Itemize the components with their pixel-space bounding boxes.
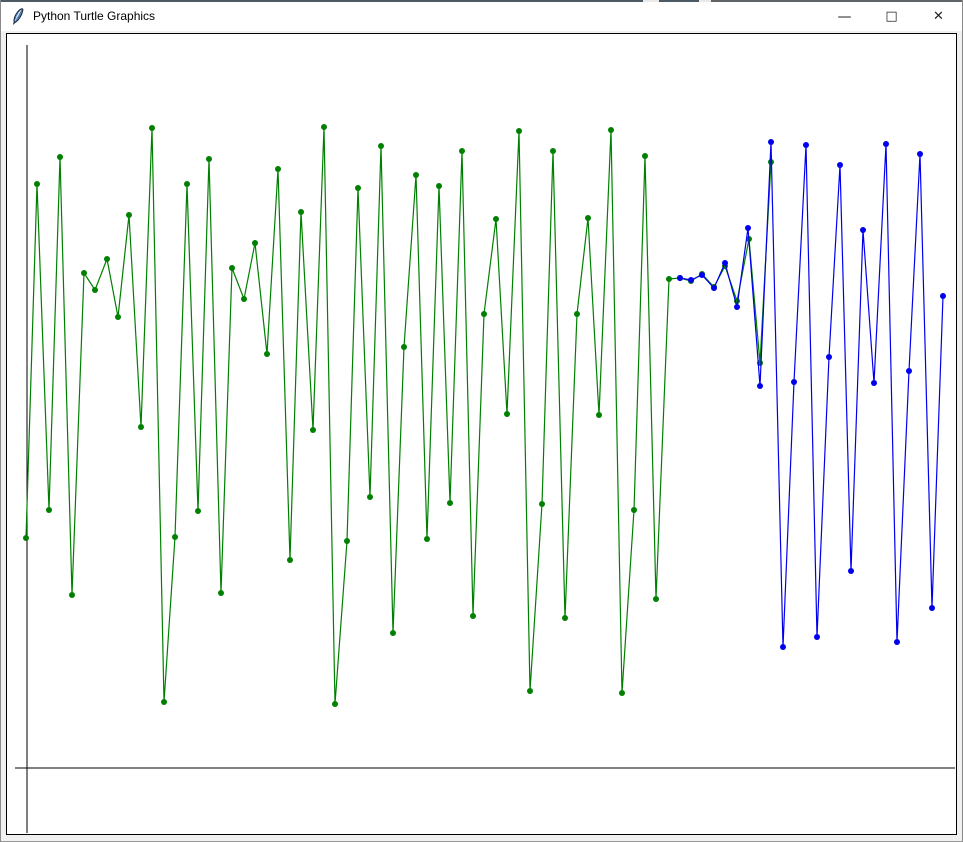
green-series-point <box>149 125 155 131</box>
maximize-button[interactable]: □ <box>868 2 915 31</box>
green-series-point <box>275 166 281 172</box>
blue-series-point <box>768 139 774 145</box>
blue-series-point <box>883 141 889 147</box>
green-series-point <box>264 351 270 357</box>
green-series-point <box>596 412 602 418</box>
blue-series-point <box>745 225 751 231</box>
green-series-point <box>481 311 487 317</box>
blue-series-point <box>837 162 843 168</box>
green-series-point <box>470 613 476 619</box>
green-series-point <box>447 500 453 506</box>
blue-series-point <box>734 304 740 310</box>
window-title: Python Turtle Graphics <box>33 2 155 31</box>
blue-series-point <box>791 379 797 385</box>
blue-series-point <box>688 277 694 283</box>
green-series-point <box>184 181 190 187</box>
green-series-point <box>81 270 87 276</box>
blue-series-point <box>860 227 866 233</box>
green-series-point <box>218 590 224 596</box>
green-series-point <box>493 216 499 222</box>
green-series-point <box>206 156 212 162</box>
maximize-icon: □ <box>885 9 897 24</box>
blue-series-point <box>848 568 854 574</box>
green-series-point <box>57 154 63 160</box>
green-series-point <box>92 287 98 293</box>
green-series-point <box>436 183 442 189</box>
blue-series-point <box>677 275 683 281</box>
green-series-point <box>527 688 533 694</box>
green-series-point <box>310 427 316 433</box>
green-series-point <box>229 265 235 271</box>
blue-series-point <box>929 605 935 611</box>
green-series-point <box>104 256 110 262</box>
green-series-point <box>413 172 419 178</box>
blue-series-point <box>871 380 877 386</box>
blue-series-point <box>894 639 900 645</box>
green-series-point <box>550 148 556 154</box>
green-series-point <box>34 181 40 187</box>
green-series-point <box>115 314 121 320</box>
green-series-point <box>401 344 407 350</box>
green-series-point <box>666 276 672 282</box>
green-series-point <box>241 296 247 302</box>
blue-series-point <box>917 151 923 157</box>
green-series-point <box>653 596 659 602</box>
green-series-point <box>619 690 625 696</box>
green-series-point <box>574 311 580 317</box>
blue-series-point <box>757 383 763 389</box>
blue-series-point <box>940 293 946 299</box>
minimize-icon: — <box>838 9 852 25</box>
green-series-point <box>562 615 568 621</box>
turtle-drawing <box>1 31 963 842</box>
green-series-point <box>355 185 361 191</box>
window-frame <box>1 31 963 842</box>
green-series-point <box>390 630 396 636</box>
green-series-point <box>69 592 75 598</box>
close-icon: ✕ <box>933 9 944 24</box>
tk-feather-icon <box>10 8 26 25</box>
green-series-point <box>504 411 510 417</box>
blue-series-point <box>826 354 832 360</box>
green-series-point <box>608 127 614 133</box>
green-series-point <box>287 557 293 563</box>
green-series-point <box>23 535 29 541</box>
minimize-button[interactable]: — <box>821 2 868 31</box>
blue-series-point <box>711 285 717 291</box>
blue-series-point <box>906 368 912 374</box>
blue-series-point <box>722 260 728 266</box>
green-series-point <box>332 701 338 707</box>
python-turtle-graphics-window: Python Turtle Graphics — □ ✕ <box>0 0 963 842</box>
green-series-point <box>585 215 591 221</box>
green-series-point <box>161 699 167 705</box>
green-series-point <box>631 507 637 513</box>
green-series-point <box>298 209 304 215</box>
green-series-point <box>321 124 327 130</box>
green-series-point <box>46 507 52 513</box>
green-series-point <box>126 212 132 218</box>
green-series-line <box>26 127 771 704</box>
green-series-point <box>516 128 522 134</box>
close-button[interactable]: ✕ <box>915 2 962 31</box>
blue-series-point <box>814 634 820 640</box>
window-titlebar: Python Turtle Graphics — □ ✕ <box>1 2 962 31</box>
green-series-point <box>378 143 384 149</box>
blue-series-point <box>780 644 786 650</box>
green-series-point <box>459 148 465 154</box>
green-series-point <box>252 240 258 246</box>
green-series-point <box>344 538 350 544</box>
green-series-point <box>539 501 545 507</box>
green-series-point <box>138 424 144 430</box>
green-series-point <box>424 536 430 542</box>
green-series-point <box>367 494 373 500</box>
blue-series-point <box>699 272 705 278</box>
blue-series-point <box>803 142 809 148</box>
green-series-point <box>172 534 178 540</box>
blue-series-line <box>680 142 943 647</box>
green-series-point <box>642 153 648 159</box>
green-series-point <box>195 508 201 514</box>
